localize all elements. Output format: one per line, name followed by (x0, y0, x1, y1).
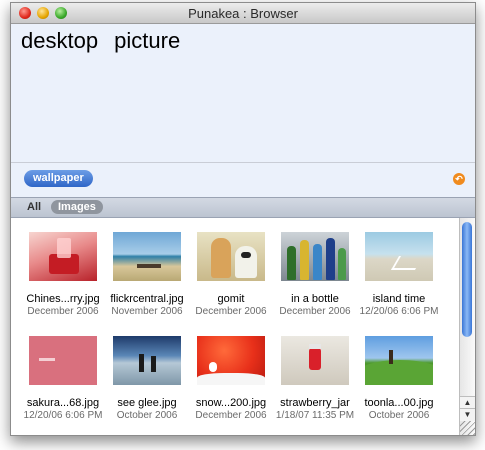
item-date: 12/20/06 6:06 PM (359, 306, 439, 317)
item-date: December 2006 (195, 306, 267, 317)
item-date: November 2006 (111, 306, 183, 317)
thumbnail-image (113, 336, 181, 385)
thumbnail-image (365, 336, 433, 385)
item-date: December 2006 (27, 306, 99, 317)
tag-pill-wallpaper[interactable]: wallpaper (24, 170, 93, 187)
resize-grip-icon[interactable] (460, 421, 475, 435)
thumbnail-image (365, 232, 433, 281)
thumbnail-image (29, 336, 97, 385)
item-name: island time (372, 293, 426, 305)
result-item[interactable]: in a bottle December 2006 (273, 232, 357, 317)
item-date: December 2006 (279, 306, 351, 317)
result-item[interactable]: Chines...rry.jpg December 2006 (21, 232, 105, 317)
item-date: October 2006 (368, 410, 430, 421)
window-title: Punakea : Browser (188, 6, 298, 21)
result-item[interactable]: see glee.jpg October 2006 (105, 336, 189, 421)
browser-window: Punakea : Browser desktop picture wallpa… (10, 2, 476, 436)
thumbnail-image (29, 232, 97, 281)
item-name: gomit (217, 293, 245, 305)
item-name: sakura...68.jpg (26, 397, 100, 409)
item-name: in a bottle (291, 293, 339, 305)
item-name: Chines...rry.jpg (26, 293, 100, 305)
thumbnail-image (113, 232, 181, 281)
item-date: 1/18/07 11:35 PM (275, 410, 355, 421)
result-item[interactable]: gomit December 2006 (189, 232, 273, 317)
result-item[interactable]: snow...200.jpg December 2006 (189, 336, 273, 421)
filter-all[interactable]: All (27, 201, 41, 213)
undo-arrow-icon[interactable]: ↶ (453, 173, 465, 185)
scroll-down-arrow-icon[interactable]: ▼ (460, 408, 475, 421)
thumbnail-image (197, 232, 265, 281)
vertical-scrollbar[interactable]: ▲ ▼ (459, 218, 475, 435)
item-date: December 2006 (195, 410, 267, 421)
result-item[interactable]: island time 12/20/06 6:06 PM (357, 232, 441, 317)
result-item[interactable]: strawberry_jar 1/18/07 11:35 PM (273, 336, 357, 421)
item-name: flickrcentral.jpg (110, 293, 184, 305)
query-area[interactable]: desktop picture (11, 24, 475, 163)
result-item[interactable]: sakura...68.jpg 12/20/06 6:06 PM (21, 336, 105, 421)
thumbnail-image (281, 336, 349, 385)
item-name: toonla...00.jpg (364, 397, 434, 409)
result-item[interactable]: flickrcentral.jpg November 2006 (105, 232, 189, 317)
results-grid: Chines...rry.jpg December 2006 flickrcen… (11, 218, 459, 435)
thumbnail-image (281, 232, 349, 281)
query-text[interactable]: desktop picture (21, 28, 180, 54)
result-item[interactable]: toonla...00.jpg October 2006 (357, 336, 441, 421)
selected-tags-bar: wallpaper ↶ (11, 163, 475, 198)
item-date: October 2006 (116, 410, 178, 421)
title-bar[interactable]: Punakea : Browser (11, 3, 475, 24)
scroll-thumb[interactable] (462, 222, 472, 337)
item-name: strawberry_jar (280, 397, 350, 409)
thumbnail-image (197, 336, 265, 385)
item-name: see glee.jpg (117, 397, 177, 409)
item-name: snow...200.jpg (195, 397, 267, 409)
filter-bar: All Images (11, 198, 475, 218)
filter-images[interactable]: Images (51, 200, 103, 214)
item-date: 12/20/06 6:06 PM (23, 410, 103, 421)
